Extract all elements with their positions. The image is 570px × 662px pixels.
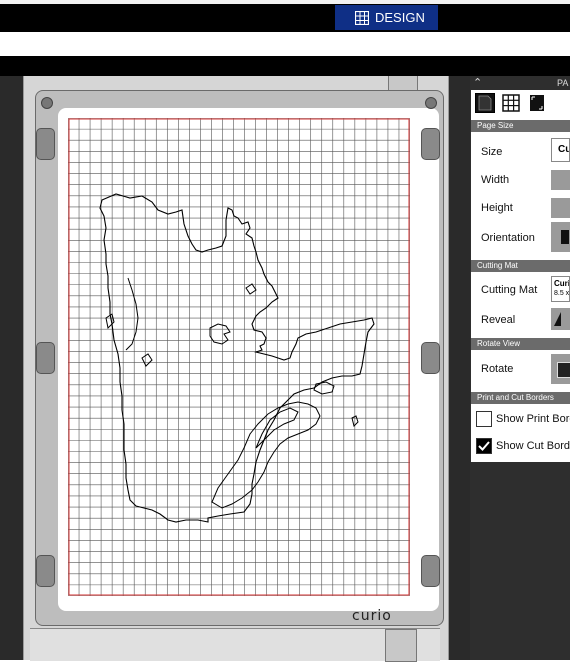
collapse-chevron-icon[interactable]: ⌃ bbox=[473, 76, 482, 89]
mat-grip bbox=[36, 128, 55, 160]
cutting-mat-size: 8.5 x bbox=[554, 290, 570, 297]
cutting-mat-dropdown[interactable]: Curi 8.5 x bbox=[551, 276, 570, 302]
mat-grip bbox=[421, 342, 440, 374]
cutting-mat-value: Curi bbox=[554, 279, 570, 288]
properties-panel: ⌃ PA Page Size Size C Width Height Orien… bbox=[470, 76, 570, 660]
checkmark-icon bbox=[478, 441, 490, 451]
show-print-border-label: Show Print Borde bbox=[496, 413, 570, 425]
toolbar-separator bbox=[0, 56, 570, 76]
rotate-button[interactable] bbox=[551, 354, 570, 384]
rotate-label: Rotate bbox=[481, 363, 514, 375]
size-dropdown[interactable]: Cu bbox=[551, 138, 570, 162]
screw-icon bbox=[41, 97, 53, 109]
grid-icon bbox=[355, 10, 369, 25]
cutting-mat-section: Cutting Mat bbox=[471, 260, 570, 272]
top-strip bbox=[0, 0, 570, 4]
panel-icon-row bbox=[471, 90, 570, 118]
rotate-view-section: Rotate View bbox=[471, 338, 570, 350]
height-label: Height bbox=[481, 202, 513, 214]
rail-tab-top bbox=[388, 76, 418, 91]
design-island bbox=[141, 353, 153, 367]
mat-grip bbox=[36, 342, 55, 374]
width-label: Width bbox=[481, 174, 510, 186]
mat-grip bbox=[36, 555, 55, 587]
design-tab[interactable]: DESIGN bbox=[335, 5, 438, 30]
orientation-label: Orientation bbox=[481, 232, 535, 244]
panel-header: ⌃ PA bbox=[470, 76, 570, 90]
page-size-section: Page Size bbox=[471, 120, 570, 132]
borders-section: Print and Cut Borders bbox=[471, 392, 570, 404]
screw-icon bbox=[425, 97, 437, 109]
grid-icon bbox=[502, 94, 520, 112]
size-label: Size bbox=[481, 146, 503, 158]
rail-bottom-strip bbox=[30, 628, 440, 661]
show-print-border-checkbox[interactable] bbox=[476, 411, 492, 427]
panel-title: PA bbox=[557, 78, 569, 88]
cut-border bbox=[68, 118, 410, 596]
design-tab-label: DESIGN bbox=[375, 10, 425, 25]
show-cut-border-checkbox[interactable] bbox=[476, 438, 492, 454]
design-inner-path bbox=[125, 277, 139, 351]
mat-grip bbox=[421, 555, 440, 587]
height-field[interactable] bbox=[551, 198, 570, 218]
design-island bbox=[313, 381, 335, 395]
reveal-label: Reveal bbox=[481, 314, 516, 326]
page-settings-icon[interactable] bbox=[475, 93, 495, 113]
show-cut-border-label: Show Cut Border bbox=[496, 440, 570, 452]
design-island bbox=[245, 283, 257, 295]
grid-settings-icon[interactable] bbox=[501, 93, 521, 113]
cutting-mat-label: Cutting Mat bbox=[481, 284, 538, 296]
top-toolbar: DESIGN bbox=[0, 0, 570, 32]
orientation-button[interactable] bbox=[551, 222, 570, 252]
page-icon bbox=[478, 95, 492, 111]
secondary-toolbar bbox=[0, 32, 570, 56]
reveal-icon bbox=[554, 312, 561, 326]
portrait-icon bbox=[561, 230, 569, 244]
width-field[interactable] bbox=[551, 170, 570, 190]
design-inner-path bbox=[255, 407, 299, 449]
mat-brand-label: curio bbox=[352, 608, 392, 624]
rail-tab-bottom bbox=[385, 629, 417, 662]
rotate-icon bbox=[557, 362, 570, 378]
mat-grip bbox=[421, 128, 440, 160]
mat-grid[interactable] bbox=[68, 118, 410, 596]
registration-marks-icon[interactable] bbox=[527, 93, 547, 113]
registration-icon bbox=[530, 95, 544, 111]
design-island bbox=[209, 323, 231, 345]
panel-body: Page Size Size Cu Width Height Orientati… bbox=[471, 90, 570, 462]
reveal-slider[interactable] bbox=[551, 308, 570, 330]
